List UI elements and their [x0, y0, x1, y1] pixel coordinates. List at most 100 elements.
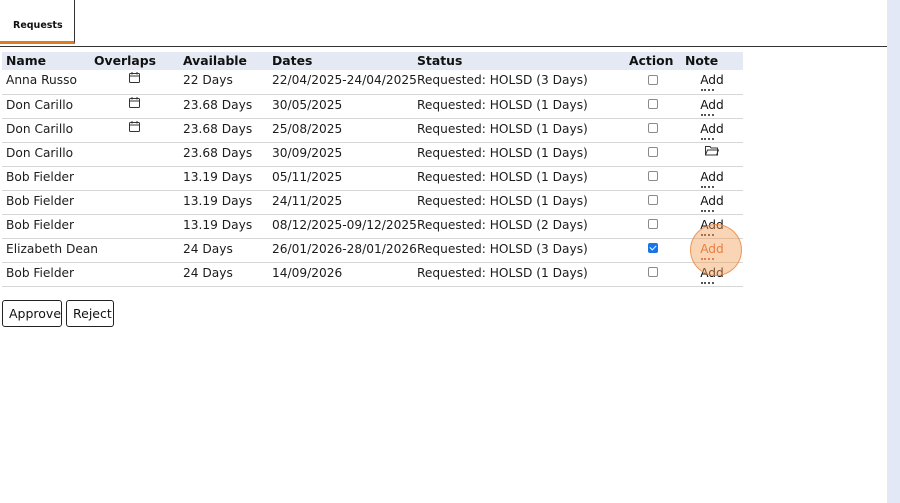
- cell-name: Anna Russo: [2, 70, 90, 95]
- action-checkbox[interactable]: [648, 147, 658, 157]
- cell-status: Requested: HOLSD (1 Days): [413, 166, 625, 191]
- cell-dates: 14/09/2026: [268, 262, 413, 287]
- add-note-link[interactable]: Add: [700, 95, 724, 116]
- cell-action: [625, 238, 681, 263]
- column-header-name[interactable]: Name: [2, 52, 90, 70]
- cell-overlaps: [90, 94, 179, 119]
- tab-requests[interactable]: Requests: [0, 0, 75, 44]
- note-cell: [681, 142, 743, 167]
- add-note-link[interactable]: Add: [700, 191, 724, 212]
- column-header-note: Note: [685, 53, 719, 68]
- note-cell: Add: [681, 166, 743, 191]
- note-cell: Add: [681, 70, 743, 95]
- cell-status: Requested: HOLSD (1 Days): [413, 262, 625, 287]
- cell-available: 23.68 Days: [179, 118, 268, 143]
- cell-overlaps: [90, 190, 179, 215]
- cell-available: 24 Days: [179, 238, 268, 263]
- table-row: Don Carillo 23.68 Days 30/09/2025 Requested…: [2, 142, 743, 167]
- action-checkbox[interactable]: [648, 99, 658, 109]
- folder-icon[interactable]: [705, 142, 720, 162]
- table-row: Don Carillo 23.68 Days 30/05/2025 Requested…: [2, 94, 743, 119]
- table-row: Bob Fielder 24 Days 14/09/2026 Requested: H…: [2, 262, 743, 287]
- note-cell: Add: [681, 238, 743, 263]
- cell-action: [625, 118, 681, 143]
- cell-status: Requested: HOLSD (1 Days): [413, 94, 625, 119]
- cell-overlaps: [90, 166, 179, 191]
- column-header-available[interactable]: Available: [179, 52, 268, 70]
- cell-dates: 05/11/2025: [268, 166, 413, 191]
- cell-status: Requested: HOLSD (3 Days): [413, 238, 625, 263]
- note-cell: Add: [681, 118, 743, 143]
- cell-name: Bob Fielder: [2, 262, 90, 287]
- approve-button[interactable]: Approve: [2, 300, 62, 327]
- cell-status: Requested: HOLSD (1 Days): [413, 142, 625, 167]
- action-checkbox[interactable]: [648, 74, 658, 85]
- column-header-overlaps[interactable]: Overlaps: [90, 52, 179, 70]
- note-cell: Add: [681, 190, 743, 215]
- table-row: Don Carillo 23.68 Days 25/08/2025 Requested…: [2, 118, 743, 143]
- cell-action: [625, 94, 681, 119]
- calendar-icon[interactable]: [129, 69, 140, 89]
- cell-action: [625, 262, 681, 287]
- cell-overlaps: [90, 69, 179, 95]
- cell-dates: 26/01/2026-28/01/2026: [268, 238, 417, 263]
- cell-status: Requested: HOLSD (1 Days): [413, 190, 625, 215]
- column-header-dates[interactable]: Dates: [268, 52, 413, 70]
- cell-status: Requested: HOLSD (3 Days): [413, 70, 625, 95]
- note-cell: Add: [681, 94, 743, 119]
- cell-overlaps: [90, 238, 179, 263]
- cell-action: [625, 190, 681, 215]
- table-row: Bob Fielder 13.19 Days 05/11/2025 Requested…: [2, 166, 743, 191]
- action-checkbox[interactable]: [648, 267, 658, 277]
- add-note-link[interactable]: Add: [700, 215, 724, 236]
- reject-button[interactable]: Reject: [66, 300, 114, 327]
- column-header-status[interactable]: Status: [413, 52, 625, 70]
- column-header-action: Action: [629, 53, 674, 68]
- cell-dates: 22/04/2025-24/04/2025: [268, 70, 417, 95]
- cell-action: [625, 214, 681, 239]
- cell-action: [625, 166, 681, 191]
- calendar-icon[interactable]: [129, 94, 140, 114]
- cell-dates: 25/08/2025: [268, 118, 413, 143]
- note-cell: Add: [681, 262, 743, 287]
- cell-name: Bob Fielder: [2, 166, 90, 191]
- note-cell: Add: [681, 214, 743, 239]
- add-note-link[interactable]: Add: [700, 239, 724, 260]
- cell-available: 24 Days: [179, 262, 268, 287]
- cell-name: Don Carillo: [2, 118, 90, 143]
- table-row: Bob Fielder 13.19 Days 24/11/2025 Requested…: [2, 190, 743, 215]
- cell-name: Bob Fielder: [2, 214, 90, 239]
- table-row: Anna Russo 22 Days 22/04/2025-24/04/2025 Re…: [2, 69, 743, 95]
- cell-dates: 08/12/2025-09/12/2025: [268, 214, 417, 239]
- cell-action: [625, 142, 681, 167]
- table-header-row: Name Overlaps Available Dates Status Act…: [2, 52, 743, 70]
- cell-available: 23.68 Days: [179, 142, 268, 167]
- side-strip: [887, 0, 900, 503]
- cell-status: Requested: HOLSD (2 Days): [413, 214, 625, 239]
- tab-bar: Requests: [0, 0, 887, 47]
- cell-dates: 30/05/2025: [268, 94, 413, 119]
- calendar-icon[interactable]: [129, 118, 140, 138]
- cell-available: 13.19 Days: [179, 166, 268, 191]
- cell-dates: 30/09/2025: [268, 142, 413, 167]
- requests-table: Name Overlaps Available Dates Status Act…: [2, 52, 743, 287]
- cell-name: Don Carillo: [2, 142, 90, 167]
- action-checkbox[interactable]: [648, 243, 658, 253]
- cell-name: Bob Fielder: [2, 190, 90, 215]
- add-note-link[interactable]: Add: [700, 167, 724, 188]
- add-note-link[interactable]: Add: [700, 70, 724, 91]
- cell-available: 22 Days: [179, 70, 268, 95]
- cell-overlaps: [90, 142, 179, 167]
- action-checkbox[interactable]: [648, 219, 658, 229]
- add-note-link[interactable]: Add: [700, 119, 724, 140]
- action-checkbox[interactable]: [648, 123, 658, 133]
- cell-available: 13.19 Days: [179, 190, 268, 215]
- cell-overlaps: [90, 262, 179, 287]
- action-checkbox[interactable]: [648, 171, 658, 181]
- cell-overlaps: [90, 118, 179, 143]
- cell-available: 13.19 Days: [179, 214, 268, 239]
- table-row: Elizabeth Dean 24 Days 26/01/2026-28/01/20…: [2, 238, 743, 263]
- cell-action: [625, 70, 681, 95]
- action-checkbox[interactable]: [648, 195, 658, 205]
- add-note-link[interactable]: Add: [700, 263, 724, 284]
